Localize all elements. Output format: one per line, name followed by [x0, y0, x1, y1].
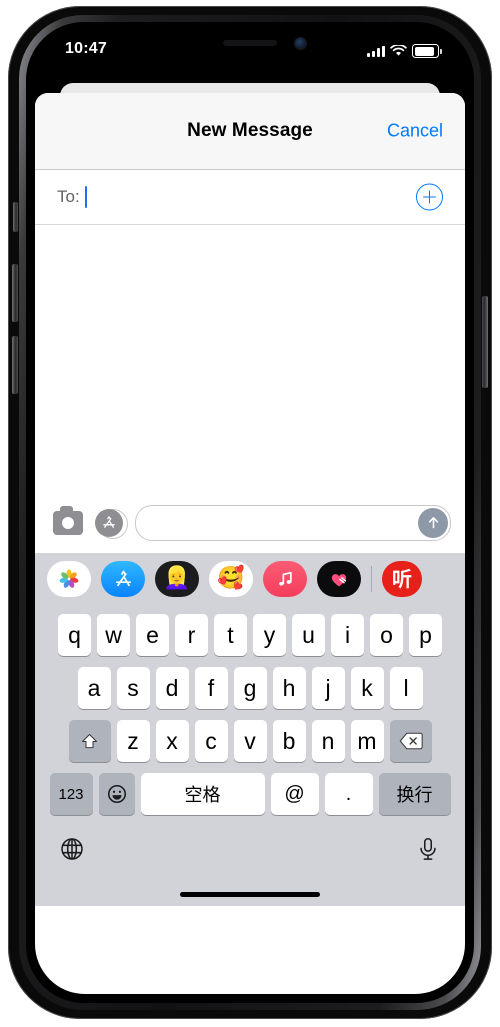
status-bar-time: 10:47 [65, 40, 107, 57]
battery-full-icon [412, 44, 442, 58]
key-m[interactable]: m [350, 720, 384, 762]
compose-toolbar [35, 493, 465, 553]
message-input[interactable] [135, 505, 451, 541]
key-w[interactable]: w [97, 614, 130, 656]
app-icon-animoji[interactable]: 👱‍♀️ [155, 561, 199, 597]
keyboard-bottom-bar [35, 826, 465, 872]
recipient-field[interactable]: To: [35, 170, 465, 225]
at-key[interactable]: @ [270, 773, 319, 815]
add-contact-button[interactable] [416, 183, 443, 211]
key-b[interactable]: b [272, 720, 306, 762]
cellular-bars-icon [367, 45, 385, 57]
key-c[interactable]: c [194, 720, 228, 762]
key-g[interactable]: g [233, 667, 267, 709]
software-keyboard: q w e r t y u i o p a s d f g h j k l z … [35, 605, 465, 906]
key-q[interactable]: q [58, 614, 91, 656]
app-icon-photos[interactable] [47, 561, 91, 597]
iphone-screen: 10:47 New Message Cance [35, 31, 465, 994]
key-u[interactable]: u [292, 614, 325, 656]
key-e[interactable]: e [136, 614, 169, 656]
key-p[interactable]: p [409, 614, 442, 656]
app-drawer-divider [371, 566, 372, 592]
app-icon-memoji-stickers[interactable]: 🥰 [209, 561, 253, 597]
display-notch [164, 31, 336, 58]
power-button[interactable] [482, 296, 488, 388]
key-z[interactable]: z [116, 720, 150, 762]
app-icon-app-store[interactable] [101, 561, 145, 597]
key-j[interactable]: j [311, 667, 345, 709]
key-o[interactable]: o [370, 614, 403, 656]
key-t[interactable]: t [214, 614, 247, 656]
cancel-button[interactable]: Cancel [387, 121, 443, 142]
volume-down-button[interactable] [12, 336, 18, 394]
wifi-icon [390, 45, 407, 56]
to-label: To: [57, 187, 80, 206]
navigation-bar: New Message Cancel [35, 93, 465, 170]
key-n[interactable]: n [311, 720, 345, 762]
keyboard-row-2: a s d f g h j k l [35, 667, 465, 709]
send-button[interactable] [418, 507, 448, 538]
shift-key[interactable] [68, 720, 111, 762]
screenshot-stage: 10:47 New Message Cance [0, 0, 500, 1027]
return-key[interactable]: 换行 [378, 773, 451, 815]
animoji-glyph: 👱‍♀️ [163, 566, 191, 591]
numbers-key[interactable]: 123 [49, 773, 93, 815]
status-bar-indicators [367, 44, 442, 58]
emoji-key[interactable] [98, 773, 135, 815]
conversation-area [35, 225, 465, 493]
app-icon-ting[interactable]: 听 [382, 561, 422, 597]
key-k[interactable]: k [350, 667, 384, 709]
delete-key[interactable] [389, 720, 432, 762]
period-key[interactable]: . [324, 773, 373, 815]
imessage-app-drawer: 👱‍♀️ 🥰 听 [35, 553, 465, 605]
ting-glyph: 听 [392, 567, 412, 591]
key-s[interactable]: s [116, 667, 150, 709]
key-l[interactable]: l [389, 667, 423, 709]
page-title: New Message [187, 120, 313, 141]
key-f[interactable]: f [194, 667, 228, 709]
key-v[interactable]: v [233, 720, 267, 762]
home-indicator[interactable] [180, 892, 320, 897]
app-store-icon[interactable] [95, 509, 123, 537]
key-i[interactable]: i [331, 614, 364, 656]
key-h[interactable]: h [272, 667, 306, 709]
memoji-glyph: 🥰 [217, 566, 245, 591]
key-y[interactable]: y [253, 614, 286, 656]
app-icon-apple-music[interactable] [263, 561, 307, 597]
key-x[interactable]: x [155, 720, 189, 762]
app-icon-digital-touch[interactable] [317, 561, 361, 597]
text-cursor [84, 186, 87, 208]
space-key[interactable]: 空格 [140, 773, 265, 815]
mute-switch[interactable] [13, 202, 18, 232]
front-camera-icon [295, 38, 306, 49]
volume-up-button[interactable] [12, 264, 18, 322]
backspace-delete-icon [399, 732, 423, 750]
emoji-smiley-icon [107, 784, 126, 804]
shift-up-arrow-icon [81, 733, 98, 748]
key-a[interactable]: a [77, 667, 111, 709]
microphone-dictation-icon[interactable] [415, 836, 441, 862]
keyboard-row-1: q w e r t y u i o p [35, 614, 465, 656]
keyboard-row-3: z x c v b n m [35, 720, 465, 762]
earpiece-speaker [223, 40, 277, 46]
globe-keyboard-switch-icon[interactable] [59, 836, 85, 862]
key-r[interactable]: r [175, 614, 208, 656]
keyboard-row-4: 123 空格 @ . 换行 [35, 773, 465, 815]
iphone-device-frame: 10:47 New Message Cance [8, 6, 492, 1019]
camera-icon[interactable] [53, 506, 83, 535]
key-d[interactable]: d [155, 667, 189, 709]
new-message-sheet: New Message Cancel To: [35, 93, 465, 994]
